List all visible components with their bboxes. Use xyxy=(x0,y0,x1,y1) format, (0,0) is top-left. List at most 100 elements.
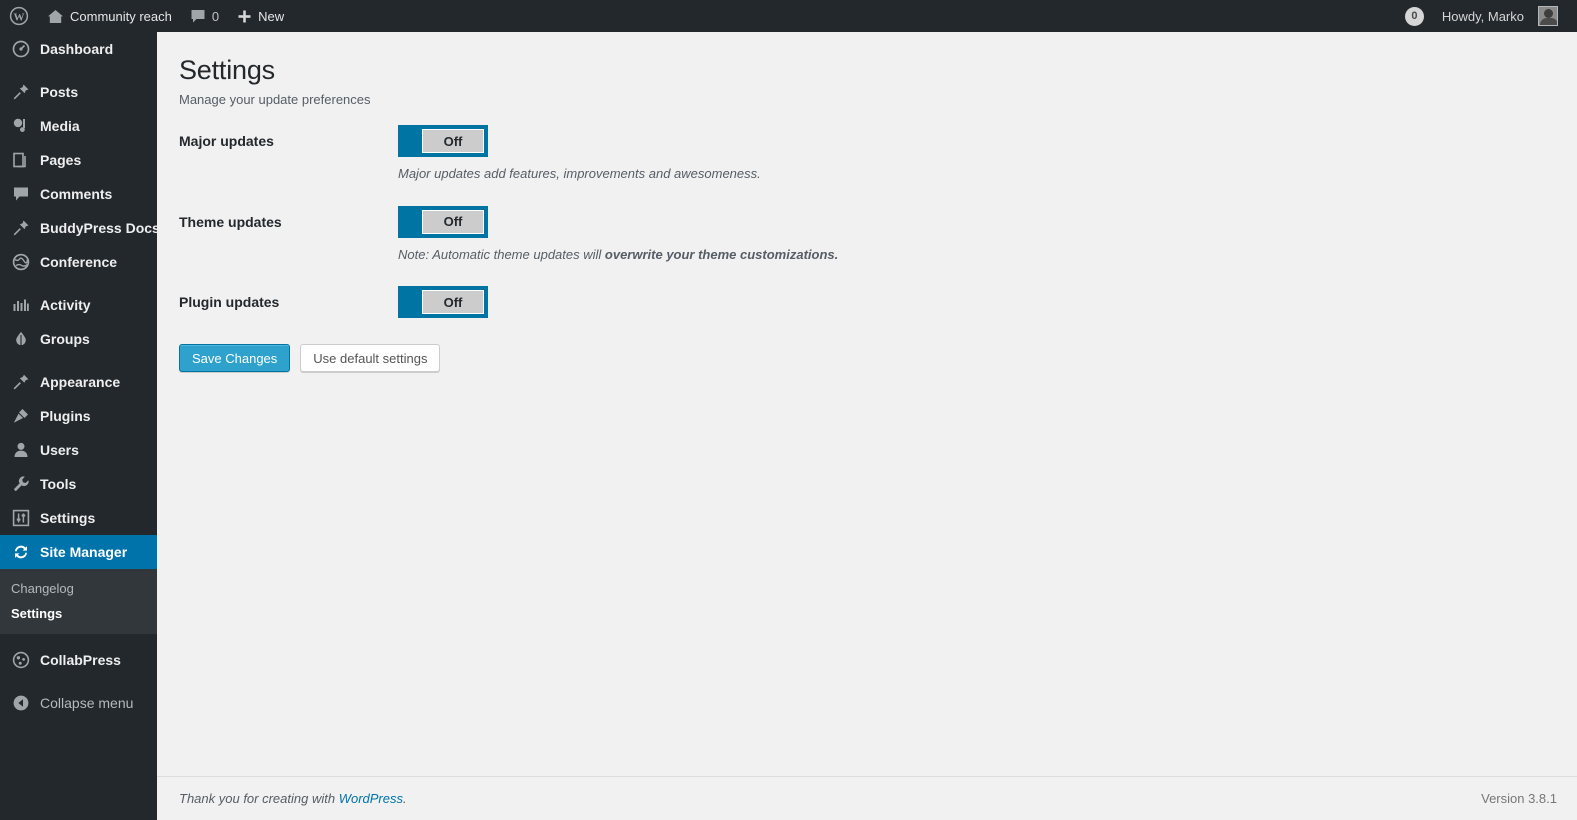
setting-help-major-updates: Major updates add features, improvements… xyxy=(398,157,1557,184)
pin-icon xyxy=(11,218,31,238)
footer-credit-prefix: Thank you for creating with xyxy=(179,791,339,806)
my-account-menu[interactable]: Howdy, Marko xyxy=(1433,0,1567,32)
sidebar-item-buddypress-docs[interactable]: BuddyPress Docs xyxy=(0,211,160,245)
sidebar-item-label: Conference xyxy=(40,254,118,270)
sidebar-item-label: Settings xyxy=(40,510,96,526)
setting-row-theme-updates: Theme updates Off Note: Automatic theme … xyxy=(179,205,1557,265)
sidebar-item-label: BuddyPress Docs xyxy=(40,220,160,236)
setting-control-major-updates: Off Major updates add features, improvem… xyxy=(398,125,1557,184)
sidebar-item-posts[interactable]: Posts xyxy=(0,75,157,109)
menu-separator xyxy=(0,677,157,686)
row-spacer xyxy=(179,264,1557,286)
sidebar-item-dashboard[interactable]: Dashboard xyxy=(0,32,157,66)
updates-menu[interactable]: 0 xyxy=(1396,0,1433,32)
dashboard-icon xyxy=(11,39,31,59)
site-name-label: Community reach xyxy=(70,8,172,24)
toggle-plugin-updates-value: Off xyxy=(422,290,484,315)
sidebar-item-label: Groups xyxy=(40,331,90,347)
admin-sidebar-menu: Dashboard Posts Media Pages Comments Bud… xyxy=(0,32,165,820)
sidebar-item-label: Plugins xyxy=(40,408,91,424)
admin-bar-left: W Community reach 0 New xyxy=(0,0,293,32)
sidebar-item-tools[interactable]: Tools xyxy=(0,467,157,501)
setting-row-plugin-updates: Plugin updates Off xyxy=(179,286,1557,320)
sliders-icon xyxy=(11,508,31,528)
collabpress-icon xyxy=(11,650,31,670)
sidebar-item-collabpress[interactable]: CollabPress xyxy=(0,643,157,677)
sync-icon xyxy=(11,542,31,562)
sidebar-item-label: Posts xyxy=(40,84,79,100)
sidebar-item-label: CollabPress xyxy=(40,652,121,668)
sidebar-item-label: Users xyxy=(40,442,79,458)
sidebar-item-settings[interactable]: Settings xyxy=(0,501,157,535)
new-content-menu[interactable]: New xyxy=(228,0,293,32)
media-icon xyxy=(11,116,31,136)
user-icon xyxy=(11,440,31,460)
wordpress-link[interactable]: WordPress xyxy=(339,791,403,806)
save-changes-button[interactable]: Save Changes xyxy=(179,344,291,373)
sidebar-item-site-manager[interactable]: Site Manager xyxy=(0,535,165,569)
wp-logo-menu[interactable]: W xyxy=(0,0,38,32)
collapse-menu-button[interactable]: Collapse menu xyxy=(0,686,157,720)
main-content: Settings Manage your update preferences … xyxy=(157,32,1577,820)
sidebar-submenu-item-settings[interactable]: Settings xyxy=(0,601,157,626)
setting-help-text: Note: Automatic theme updates will xyxy=(398,246,605,262)
avatar xyxy=(1538,6,1558,26)
admin-bar-right: 0 Howdy, Marko xyxy=(1396,0,1577,32)
sidebar-item-label: Tools xyxy=(40,476,77,492)
menu-separator xyxy=(0,634,157,643)
sidebar-item-activity[interactable]: Activity xyxy=(0,288,157,322)
footer-credit: Thank you for creating with WordPress. xyxy=(179,791,407,806)
sidebar-item-comments[interactable]: Comments xyxy=(0,177,157,211)
toggle-theme-updates[interactable]: Off xyxy=(398,205,488,238)
settings-wrap: Settings Manage your update preferences … xyxy=(157,32,1577,373)
sidebar-submenu-item-changelog[interactable]: Changelog xyxy=(0,576,157,601)
globe-icon xyxy=(11,252,31,272)
row-spacer xyxy=(179,184,1557,206)
sidebar-item-label: Appearance xyxy=(40,374,121,390)
setting-label-plugin-updates: Plugin updates xyxy=(179,294,280,311)
sidebar-item-label: Dashboard xyxy=(40,41,114,57)
sidebar-item-label: Media xyxy=(40,118,80,134)
sidebar-item-groups[interactable]: Groups xyxy=(0,322,157,356)
wordpress-logo-icon: W xyxy=(9,6,29,26)
admin-bar: W Community reach 0 New 0 Howdy, Marko xyxy=(0,0,1577,32)
toggle-major-updates[interactable]: Off xyxy=(398,125,488,158)
sidebar-item-appearance[interactable]: Appearance xyxy=(0,365,157,399)
sidebar-item-plugins[interactable]: Plugins xyxy=(0,399,157,433)
form-actions: Save Changes Use default settings xyxy=(179,320,1557,373)
setting-label-theme-updates: Theme updates xyxy=(179,213,282,230)
plus-icon xyxy=(237,9,252,24)
comments-count: 0 xyxy=(211,8,220,24)
svg-text:W: W xyxy=(14,12,25,24)
admin-footer: Thank you for creating with WordPress. V… xyxy=(157,776,1577,820)
collapse-menu-label: Collapse menu xyxy=(40,695,134,711)
pin-icon xyxy=(11,82,31,102)
comment-bubble-icon xyxy=(190,8,206,24)
sidebar-item-conference[interactable]: Conference xyxy=(0,245,157,279)
brush-icon xyxy=(11,372,31,392)
comments-menu[interactable]: 0 xyxy=(181,0,228,32)
page-title: Settings xyxy=(179,55,275,85)
site-name-menu[interactable]: Community reach xyxy=(38,0,181,32)
sidebar-item-label: Pages xyxy=(40,152,82,168)
toggle-theme-updates-value: Off xyxy=(422,209,484,234)
use-default-settings-button[interactable]: Use default settings xyxy=(300,344,441,373)
toggle-plugin-updates[interactable]: Off xyxy=(398,286,488,319)
menu-separator xyxy=(0,66,157,75)
activity-icon xyxy=(11,295,31,315)
setting-control-theme-updates: Off Note: Automatic theme updates will o… xyxy=(398,205,1557,265)
sidebar-item-label: Comments xyxy=(40,186,113,202)
collapse-arrow-icon xyxy=(11,693,31,713)
setting-help-theme-updates: Note: Automatic theme updates will overw… xyxy=(398,238,1557,265)
howdy-label: Howdy, Marko xyxy=(1441,8,1524,24)
toggle-major-updates-value: Off xyxy=(422,129,484,154)
sidebar-item-label: Activity xyxy=(40,297,91,313)
updates-count-badge: 0 xyxy=(1404,6,1424,26)
sidebar-item-users[interactable]: Users xyxy=(0,433,157,467)
menu-separator xyxy=(0,356,157,365)
sidebar-item-media[interactable]: Media xyxy=(0,109,157,143)
sidebar-submenu-site-manager: Changelog Settings xyxy=(0,569,157,634)
setting-help-emphasis: overwrite your theme customizations. xyxy=(604,246,839,262)
sidebar-item-pages[interactable]: Pages xyxy=(0,143,157,177)
page-subtitle: Manage your update preferences xyxy=(179,92,371,108)
